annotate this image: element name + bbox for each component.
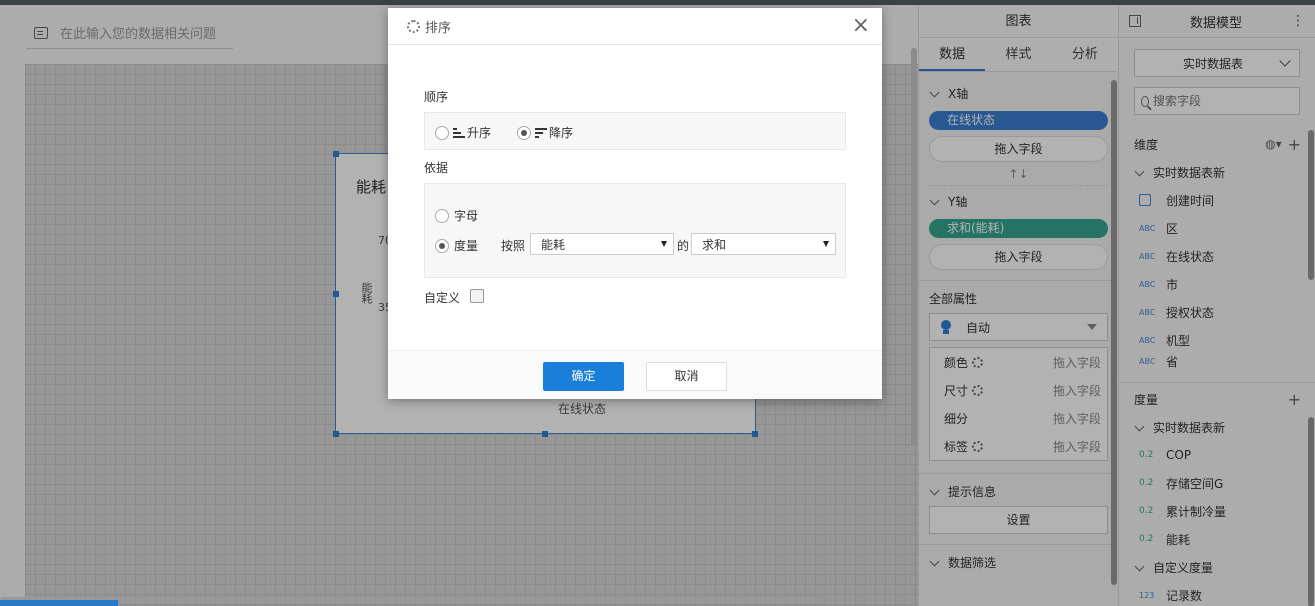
- letter-label: 字母: [454, 209, 479, 223]
- asc-option[interactable]: 升序: [435, 124, 491, 141]
- letter-option[interactable]: 字母: [435, 207, 478, 224]
- close-icon[interactable]: ×: [852, 15, 870, 37]
- of-label: 的: [677, 239, 690, 253]
- dropdown-arrow-icon: [823, 241, 829, 247]
- order-box: 升序 降序: [424, 112, 846, 150]
- sort-dialog-footer: 确定 取消: [388, 350, 882, 399]
- custom-label: 自定义: [424, 291, 461, 305]
- sort-descending-icon: [535, 127, 547, 138]
- aggregation-value: 求和: [702, 237, 727, 252]
- sort-dialog: 排序 × 顺序 升序 降序 依据 字母 度量 按照 能耗 的 求和 自定义 确定…: [388, 8, 882, 399]
- sort-field-value: 能耗: [541, 237, 566, 252]
- gear-icon: [407, 19, 420, 33]
- aggregation-select[interactable]: 求和: [691, 233, 836, 255]
- by-label: 按照: [501, 239, 526, 253]
- asc-label: 升序: [467, 126, 492, 140]
- basis-box: 字母 度量 按照 能耗 的 求和: [424, 183, 846, 278]
- measure-option[interactable]: 度量: [435, 237, 478, 254]
- canvas-horizontal-scrollbar[interactable]: [0, 597, 820, 603]
- sort-ascending-icon: [453, 127, 465, 138]
- desc-radio[interactable]: [517, 125, 531, 140]
- asc-radio[interactable]: [435, 125, 449, 140]
- desc-label: 降序: [549, 126, 574, 140]
- cancel-button[interactable]: 取消: [646, 362, 727, 391]
- measure-radio[interactable]: [435, 238, 449, 253]
- basis-label: 依据: [424, 161, 449, 175]
- sort-dialog-title: 排序: [425, 20, 452, 36]
- custom-checkbox[interactable]: [470, 289, 484, 303]
- letter-radio[interactable]: [435, 208, 449, 223]
- sort-field-select[interactable]: 能耗: [530, 233, 674, 255]
- desc-option[interactable]: 降序: [517, 124, 573, 141]
- order-label: 顺序: [424, 90, 449, 104]
- measure-label: 度量: [454, 239, 479, 253]
- dropdown-arrow-icon: [661, 241, 667, 247]
- sort-dialog-header: 排序 ×: [388, 8, 882, 45]
- canvas-vertical-scrollbar[interactable]: [911, 48, 917, 446]
- confirm-button[interactable]: 确定: [543, 362, 624, 391]
- canvas-scroll-indicator: [0, 600, 118, 606]
